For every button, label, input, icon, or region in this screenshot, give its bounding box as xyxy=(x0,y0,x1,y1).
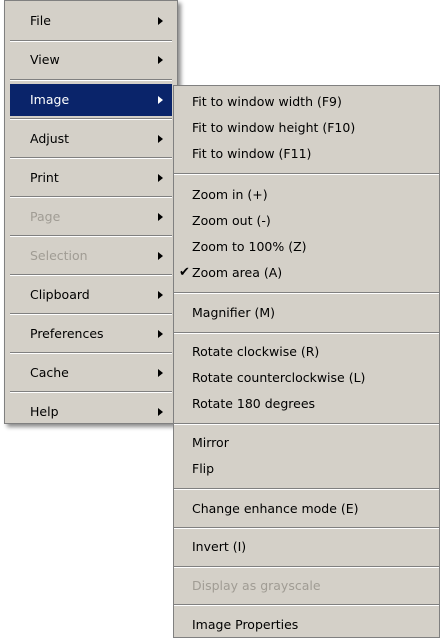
menu-separator xyxy=(10,313,172,315)
menu-separator xyxy=(174,488,439,490)
menu-separator xyxy=(174,566,439,568)
menu-separator xyxy=(10,79,172,81)
menu-separator xyxy=(10,196,172,198)
menu-item-label: Clipboard xyxy=(30,287,90,302)
menu-item-label: File xyxy=(30,13,51,28)
submenu-item-label: Fit to window height (F10) xyxy=(192,120,356,135)
submenu-item-flip[interactable]: Flip xyxy=(174,456,439,482)
menu-separator xyxy=(174,292,439,294)
menu-item-view[interactable]: View xyxy=(10,44,172,76)
image-submenu: Fit to window width (F9) Fit to window h… xyxy=(173,85,440,638)
submenu-item-label: Change enhance mode (E) xyxy=(192,501,359,516)
submenu-item-label: Invert (I) xyxy=(192,539,247,554)
submenu-arrow-icon xyxy=(158,252,163,260)
submenu-item-fit-height[interactable]: Fit to window height (F10) xyxy=(174,115,439,141)
menu-separator xyxy=(174,604,439,606)
main-context-menu: File View Image Adjust Print Page Select… xyxy=(4,0,178,424)
submenu-arrow-icon xyxy=(158,56,163,64)
submenu-item-label: Fit to window (F11) xyxy=(192,146,312,161)
menu-item-label: Print xyxy=(30,170,59,185)
submenu-item-fit-window[interactable]: Fit to window (F11) xyxy=(174,141,439,167)
menu-item-label: Image xyxy=(30,92,70,107)
submenu-item-label: Zoom out (-) xyxy=(192,213,271,228)
submenu-item-rotate-cw[interactable]: Rotate clockwise (R) xyxy=(174,339,439,365)
submenu-item-zoom-in[interactable]: Zoom in (+) xyxy=(174,182,439,208)
submenu-item-fit-width[interactable]: Fit to window width (F9) xyxy=(174,89,439,115)
submenu-item-label: Magnifier (M) xyxy=(192,305,275,320)
submenu-item-invert[interactable]: Invert (I) xyxy=(174,534,439,560)
submenu-item-zoom-out[interactable]: Zoom out (-) xyxy=(174,208,439,234)
submenu-arrow-icon xyxy=(158,135,163,143)
submenu-item-image-properties[interactable]: Image Properties xyxy=(174,612,439,638)
submenu-item-rotate-ccw[interactable]: Rotate counterclockwise (L) xyxy=(174,365,439,391)
menu-item-image[interactable]: Image xyxy=(10,84,172,116)
submenu-item-label: Fit to window width (F9) xyxy=(192,94,342,109)
submenu-item-enhance-mode[interactable]: Change enhance mode (E) xyxy=(174,496,439,522)
submenu-item-zoom-100[interactable]: Zoom to 100% (Z) xyxy=(174,234,439,260)
menu-separator xyxy=(174,332,439,334)
submenu-item-mirror[interactable]: Mirror xyxy=(174,430,439,456)
submenu-item-label: Flip xyxy=(192,461,215,476)
submenu-item-magnifier[interactable]: Magnifier (M) xyxy=(174,300,439,326)
menu-item-label: View xyxy=(30,52,60,67)
submenu-item-label: Zoom to 100% (Z) xyxy=(192,239,307,254)
submenu-item-label: Display as grayscale xyxy=(192,578,321,593)
menu-separator xyxy=(10,157,172,159)
menu-item-preferences[interactable]: Preferences xyxy=(10,318,172,350)
menu-separator xyxy=(10,274,172,276)
submenu-arrow-icon xyxy=(158,17,163,25)
submenu-item-label: Zoom area (A) xyxy=(192,265,283,280)
menu-item-cache[interactable]: Cache xyxy=(10,357,172,389)
submenu-arrow-icon xyxy=(158,213,163,221)
submenu-item-label: Zoom in (+) xyxy=(192,187,268,202)
submenu-arrow-icon xyxy=(158,369,163,377)
menu-separator xyxy=(10,118,172,120)
menu-separator xyxy=(10,40,172,42)
menu-item-label: Page xyxy=(30,209,61,224)
menu-item-help[interactable]: Help xyxy=(10,396,172,428)
submenu-item-grayscale[interactable]: Display as grayscale xyxy=(174,573,439,599)
menu-item-label: Selection xyxy=(30,248,88,263)
menu-separator xyxy=(10,235,172,237)
menu-item-label: Preferences xyxy=(30,326,104,341)
menu-separator xyxy=(174,527,439,529)
menu-item-clipboard[interactable]: Clipboard xyxy=(10,279,172,311)
menu-item-adjust[interactable]: Adjust xyxy=(10,123,172,155)
submenu-arrow-icon xyxy=(158,96,163,104)
menu-item-selection[interactable]: Selection xyxy=(10,240,172,272)
submenu-item-label: Image Properties xyxy=(192,617,299,632)
submenu-item-zoom-area[interactable]: ✔ Zoom area (A) xyxy=(174,260,439,286)
menu-item-label: Adjust xyxy=(30,131,70,146)
menu-item-label: Cache xyxy=(30,365,69,380)
menu-item-label: Help xyxy=(30,404,59,419)
submenu-arrow-icon xyxy=(158,408,163,416)
menu-separator xyxy=(174,423,439,425)
menu-item-file[interactable]: File xyxy=(10,5,172,37)
menu-separator xyxy=(10,391,172,393)
submenu-item-label: Rotate counterclockwise (L) xyxy=(192,370,366,385)
submenu-arrow-icon xyxy=(158,330,163,338)
checkmark-icon: ✔ xyxy=(179,265,190,280)
menu-item-page[interactable]: Page xyxy=(10,201,172,233)
menu-separator xyxy=(10,352,172,354)
submenu-item-label: Rotate 180 degrees xyxy=(192,396,316,411)
submenu-arrow-icon xyxy=(158,291,163,299)
submenu-arrow-icon xyxy=(158,174,163,182)
menu-separator xyxy=(174,173,439,175)
menu-item-print[interactable]: Print xyxy=(10,162,172,194)
submenu-item-label: Rotate clockwise (R) xyxy=(192,344,320,359)
submenu-item-label: Mirror xyxy=(192,435,229,450)
submenu-item-rotate-180[interactable]: Rotate 180 degrees xyxy=(174,391,439,417)
